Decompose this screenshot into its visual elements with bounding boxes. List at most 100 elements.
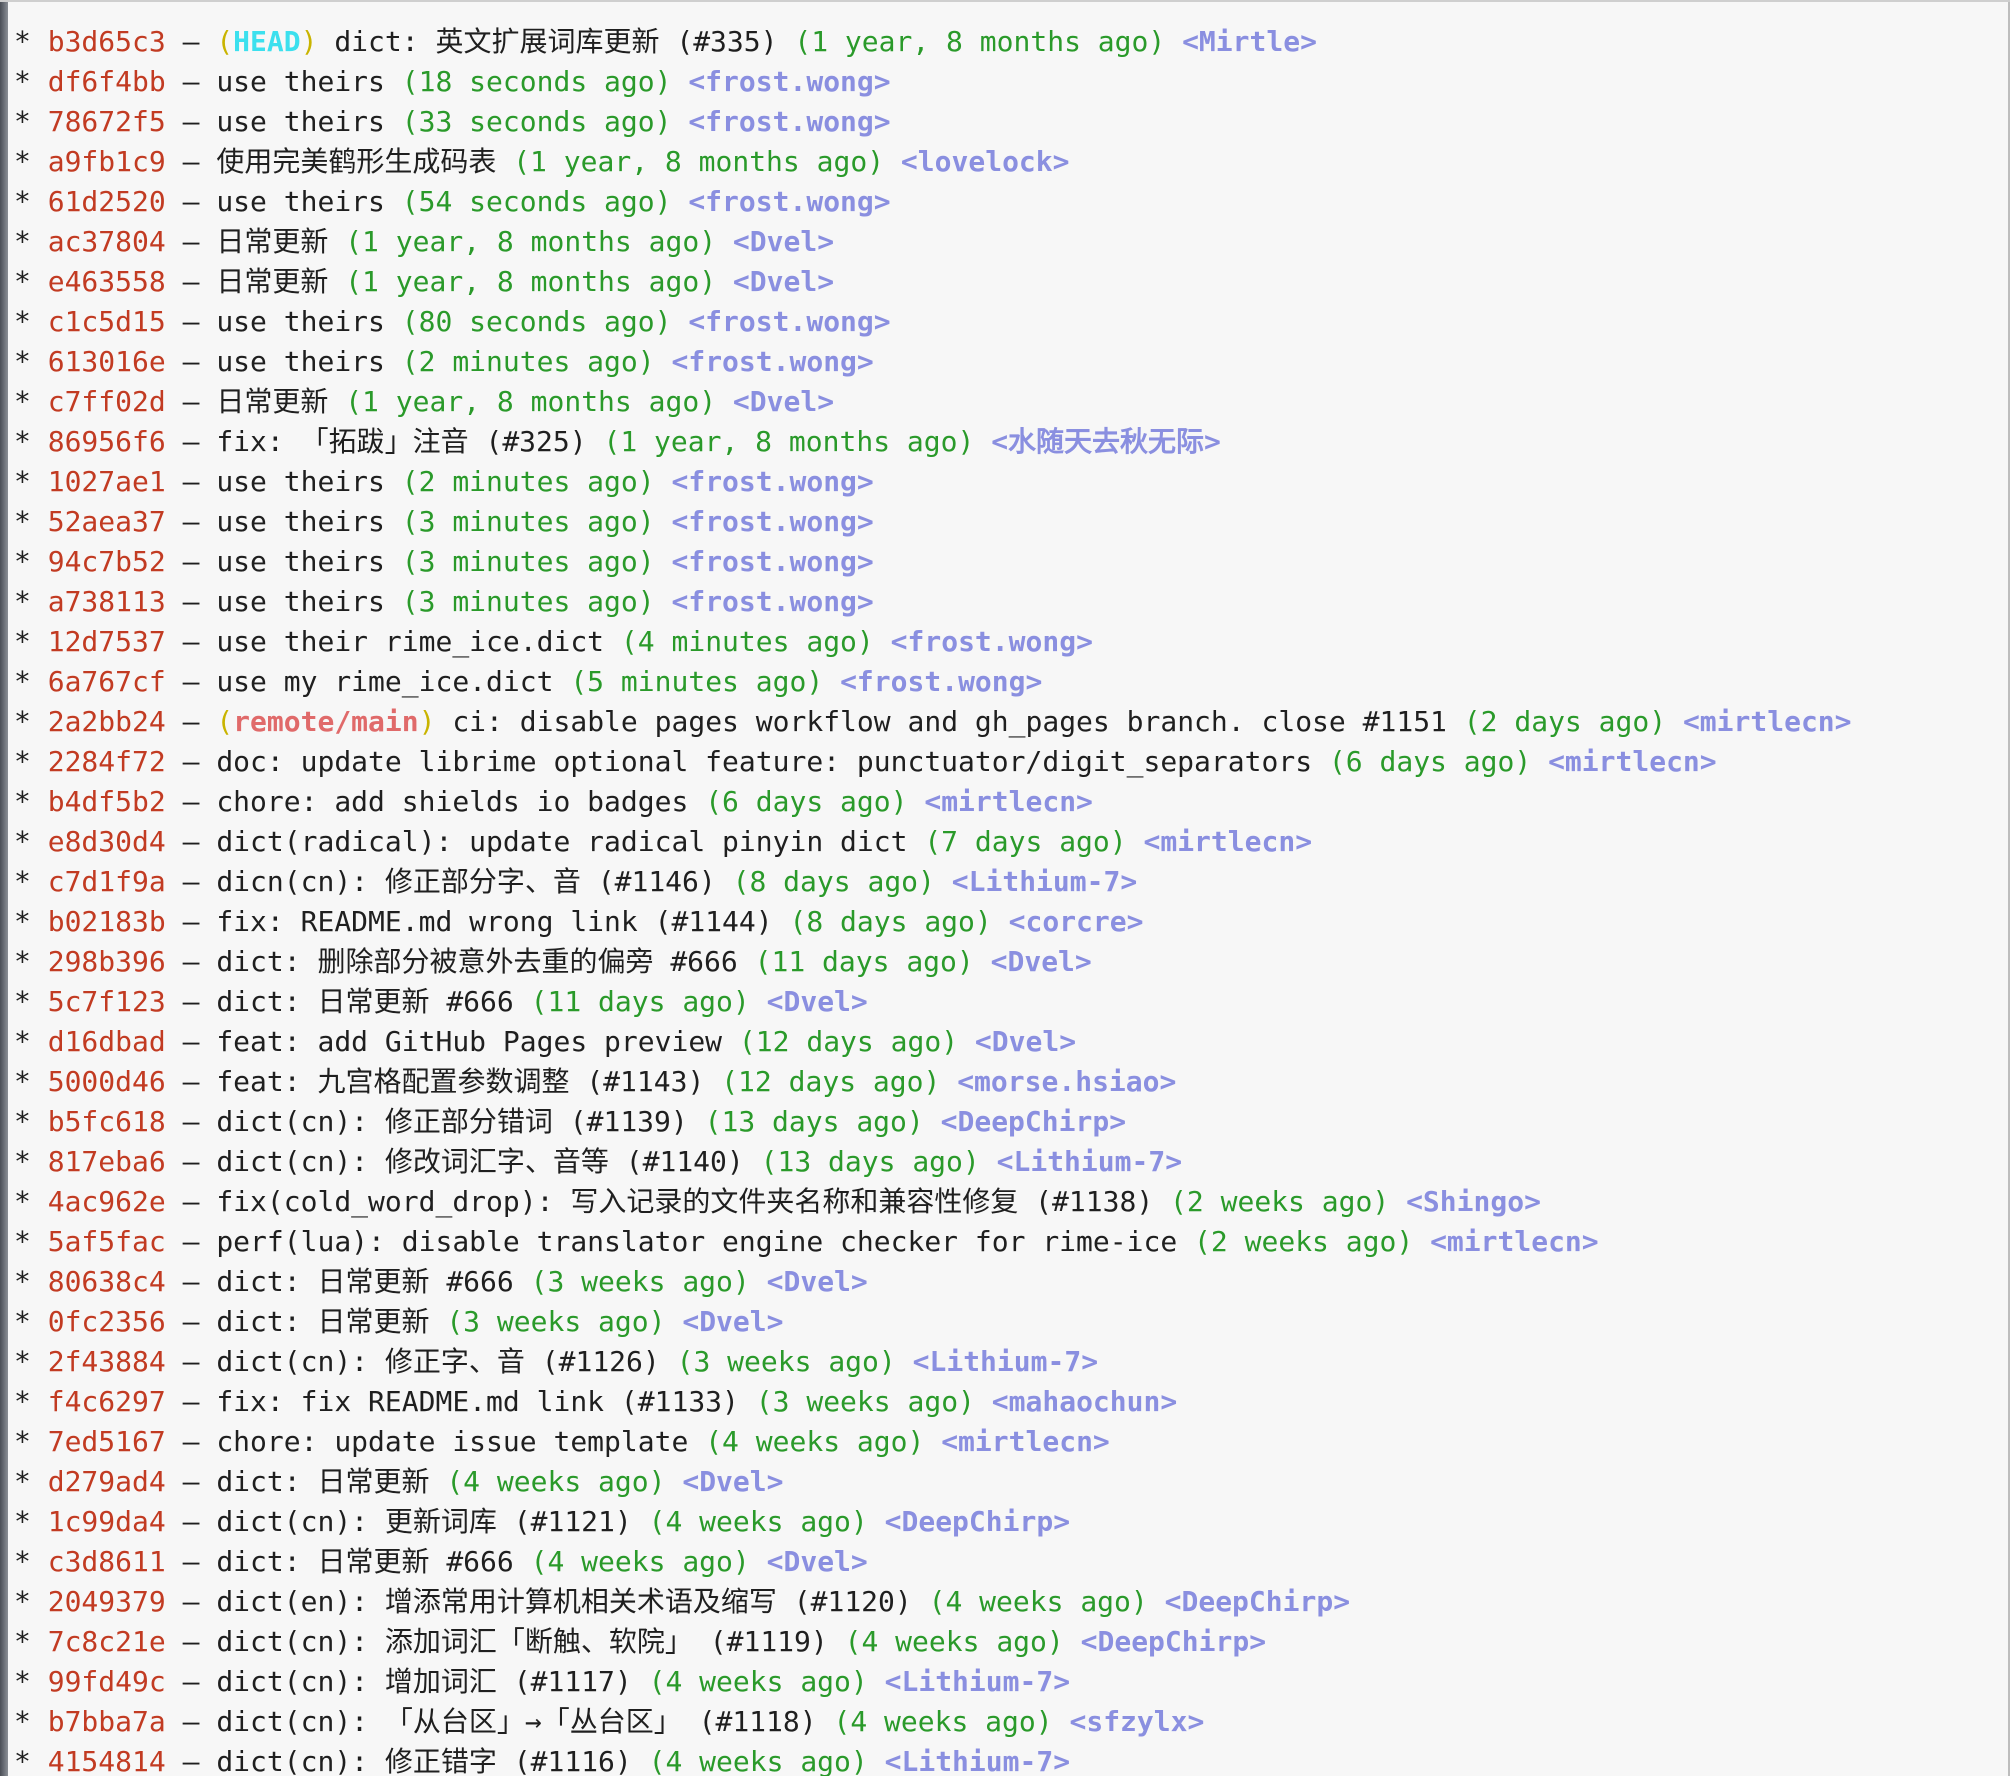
commit-line[interactable]: * e8d30d4 – dict(radical): update radica… [14, 822, 2000, 862]
commit-hash[interactable]: 0fc2356 [48, 1305, 166, 1338]
commit-hash[interactable]: c7ff02d [48, 385, 166, 418]
commit-hash[interactable]: 5000d46 [48, 1065, 166, 1098]
commit-hash[interactable]: 2049379 [48, 1585, 166, 1618]
commit-line[interactable]: * 2049379 – dict(en): 增添常用计算机相关术语及缩写 (#1… [14, 1582, 2000, 1622]
commit-line[interactable]: * c7d1f9a – dicn(cn): 修正部分字、音 (#1146) (8… [14, 862, 2000, 902]
commit-hash[interactable]: 52aea37 [48, 505, 166, 538]
commit-line[interactable]: * 4ac962e – fix(cold_word_drop): 写入记录的文件… [14, 1182, 2000, 1222]
commit-hash[interactable]: 7ed5167 [48, 1425, 166, 1458]
commit-line[interactable]: * 5000d46 – feat: 九宫格配置参数调整 (#1143) (12 … [14, 1062, 2000, 1102]
commit-hash[interactable]: 1c99da4 [48, 1505, 166, 1538]
commit-line[interactable]: * 12d7537 – use their rime_ice.dict (4 m… [14, 622, 2000, 662]
commit-line[interactable]: * 4154814 – dict(cn): 修正错字 (#1116) (4 we… [14, 1742, 2000, 1776]
commit-author: <lovelock> [900, 145, 1070, 178]
commit-line[interactable]: * 7c8c21e – dict(cn): 添加词汇「断触、软院」 (#1119… [14, 1622, 2000, 1662]
commit-line[interactable]: * b02183b – fix: README.md wrong link (#… [14, 902, 2000, 942]
commit-hash[interactable]: 1027ae1 [48, 465, 166, 498]
commit-line[interactable]: * a738113 – use theirs (3 minutes ago) <… [14, 582, 2000, 622]
commit-line[interactable]: * 2f43884 – dict(cn): 修正字、音 (#1126) (3 w… [14, 1342, 2000, 1382]
commit-line[interactable]: * d279ad4 – dict: 日常更新 (4 weeks ago) <Dv… [14, 1462, 2000, 1502]
commit-line[interactable]: * 2a2bb24 – (remote/main) ci: disable pa… [14, 702, 2000, 742]
commit-hash[interactable]: d16dbad [48, 1025, 166, 1058]
commit-hash[interactable]: 613016e [48, 345, 166, 378]
commit-line[interactable]: * 1027ae1 – use theirs (2 minutes ago) <… [14, 462, 2000, 502]
commit-message: use theirs [216, 465, 385, 498]
commit-hash[interactable]: 298b396 [48, 945, 166, 978]
commit-line[interactable]: * 5c7f123 – dict: 日常更新 #666 (11 days ago… [14, 982, 2000, 1022]
commit-author: <Dvel> [974, 1025, 1077, 1058]
commit-hash[interactable]: e463558 [48, 265, 166, 298]
commit-hash[interactable]: 4154814 [48, 1745, 166, 1776]
commit-hash[interactable]: 6a767cf [48, 665, 166, 698]
commit-hash[interactable]: 99fd49c [48, 1665, 166, 1698]
commit-hash[interactable]: b02183b [48, 905, 166, 938]
commit-hash[interactable]: 12d7537 [48, 625, 166, 658]
commit-hash[interactable]: ac37804 [48, 225, 166, 258]
commit-hash[interactable]: df6f4bb [48, 65, 166, 98]
commit-hash[interactable]: b7bba7a [48, 1705, 166, 1738]
terminal-window[interactable]: * b3d65c3 – (HEAD) dict: 英文扩展词库更新 (#335)… [0, 0, 2010, 1776]
separator-dash: – [182, 1625, 200, 1658]
ref-name[interactable]: HEAD [233, 25, 300, 58]
commit-line[interactable]: * 80638c4 – dict: 日常更新 #666 (3 weeks ago… [14, 1262, 2000, 1302]
commit-line[interactable]: * 94c7b52 – use theirs (3 minutes ago) <… [14, 542, 2000, 582]
commit-line[interactable]: * 817eba6 – dict(cn): 修改词汇字、音等 (#1140) (… [14, 1142, 2000, 1182]
commit-hash[interactable]: 61d2520 [48, 185, 166, 218]
commit-hash[interactable]: 4ac962e [48, 1185, 166, 1218]
commit-line[interactable]: * 78672f5 – use theirs (33 seconds ago) … [14, 102, 2000, 142]
commit-line[interactable]: * 7ed5167 – chore: update issue template… [14, 1422, 2000, 1462]
ref-name[interactable]: remote/main [233, 705, 418, 738]
commit-hash[interactable]: a738113 [48, 585, 166, 618]
commit-hash[interactable]: d279ad4 [48, 1465, 166, 1498]
commit-line[interactable]: * b3d65c3 – (HEAD) dict: 英文扩展词库更新 (#335)… [14, 22, 2000, 62]
commit-hash[interactable]: 80638c4 [48, 1265, 166, 1298]
commit-hash[interactable]: 2284f72 [48, 745, 166, 778]
commit-line[interactable]: * 2284f72 – doc: update librime optional… [14, 742, 2000, 782]
commit-line[interactable]: * 99fd49c – dict(cn): 增加词汇 (#1117) (4 we… [14, 1662, 2000, 1702]
commit-hash[interactable]: 7c8c21e [48, 1625, 166, 1658]
commit-hash[interactable]: c7d1f9a [48, 865, 166, 898]
commit-hash[interactable]: b4df5b2 [48, 785, 166, 818]
commit-line[interactable]: * c1c5d15 – use theirs (80 seconds ago) … [14, 302, 2000, 342]
commit-line[interactable]: * 5af5fac – perf(lua): disable translato… [14, 1222, 2000, 1262]
commit-author: <Dvel> [990, 945, 1092, 978]
commit-line[interactable]: * 52aea37 – use theirs (3 minutes ago) <… [14, 502, 2000, 542]
commit-hash[interactable]: c1c5d15 [48, 305, 166, 338]
separator-dash: – [182, 225, 200, 258]
commit-line[interactable]: * 61d2520 – use theirs (54 seconds ago) … [14, 182, 2000, 222]
commit-hash[interactable]: 5af5fac [48, 1225, 166, 1258]
commit-line[interactable]: * a9fb1c9 – 使用完美鹤形生成码表 (1 year, 8 months… [14, 142, 2000, 182]
commit-hash[interactable]: 5c7f123 [48, 985, 166, 1018]
commit-hash[interactable]: 2f43884 [48, 1345, 166, 1378]
commit-line[interactable]: * b4df5b2 – chore: add shields io badges… [14, 782, 2000, 822]
commit-line[interactable]: * ac37804 – 日常更新 (1 year, 8 months ago) … [14, 222, 2000, 262]
commit-line[interactable]: * b5fc618 – dict(cn): 修正部分错词 (#1139) (13… [14, 1102, 2000, 1142]
commit-hash[interactable]: 78672f5 [48, 105, 166, 138]
commit-line[interactable]: * e463558 – 日常更新 (1 year, 8 months ago) … [14, 262, 2000, 302]
commit-message: feat: 九宫格配置参数调整 (#1143) [216, 1065, 705, 1098]
commit-hash[interactable]: b3d65c3 [48, 25, 166, 58]
commit-line[interactable]: * f4c6297 – fix: fix README.md link (#11… [14, 1382, 2000, 1422]
commit-line[interactable]: * 0fc2356 – dict: 日常更新 (3 weeks ago) <Dv… [14, 1302, 2000, 1342]
commit-hash[interactable]: e8d30d4 [48, 825, 166, 858]
commit-line[interactable]: * 298b396 – dict: 删除部分被意外去重的偏旁 #666 (11 … [14, 942, 2000, 982]
commit-hash[interactable]: 86956f6 [48, 425, 166, 458]
commit-line[interactable]: * 1c99da4 – dict(cn): 更新词库 (#1121) (4 we… [14, 1502, 2000, 1542]
commit-date: (8 days ago) [732, 865, 935, 898]
commit-message: dict: 日常更新 #666 [216, 1545, 514, 1578]
commit-hash[interactable]: 94c7b52 [48, 545, 166, 578]
commit-hash[interactable]: f4c6297 [48, 1385, 166, 1418]
commit-line[interactable]: * c3d8611 – dict: 日常更新 #666 (4 weeks ago… [14, 1542, 2000, 1582]
commit-line[interactable]: * b7bba7a – dict(cn): 「从台区」→「丛台区」 (#1118… [14, 1702, 2000, 1742]
commit-line[interactable]: * 86956f6 – fix: 「拓跋」注音 (#325) (1 year, … [14, 422, 2000, 462]
commit-line[interactable]: * d16dbad – feat: add GitHub Pages previ… [14, 1022, 2000, 1062]
commit-line[interactable]: * c7ff02d – 日常更新 (1 year, 8 months ago) … [14, 382, 2000, 422]
commit-line[interactable]: * df6f4bb – use theirs (18 seconds ago) … [14, 62, 2000, 102]
commit-line[interactable]: * 6a767cf – use my rime_ice.dict (5 minu… [14, 662, 2000, 702]
commit-line[interactable]: * 613016e – use theirs (2 minutes ago) <… [14, 342, 2000, 382]
commit-hash[interactable]: 2a2bb24 [48, 705, 166, 738]
commit-hash[interactable]: c3d8611 [48, 1545, 166, 1578]
commit-hash[interactable]: b5fc618 [48, 1105, 166, 1138]
commit-hash[interactable]: a9fb1c9 [48, 145, 166, 178]
commit-hash[interactable]: 817eba6 [48, 1145, 166, 1178]
